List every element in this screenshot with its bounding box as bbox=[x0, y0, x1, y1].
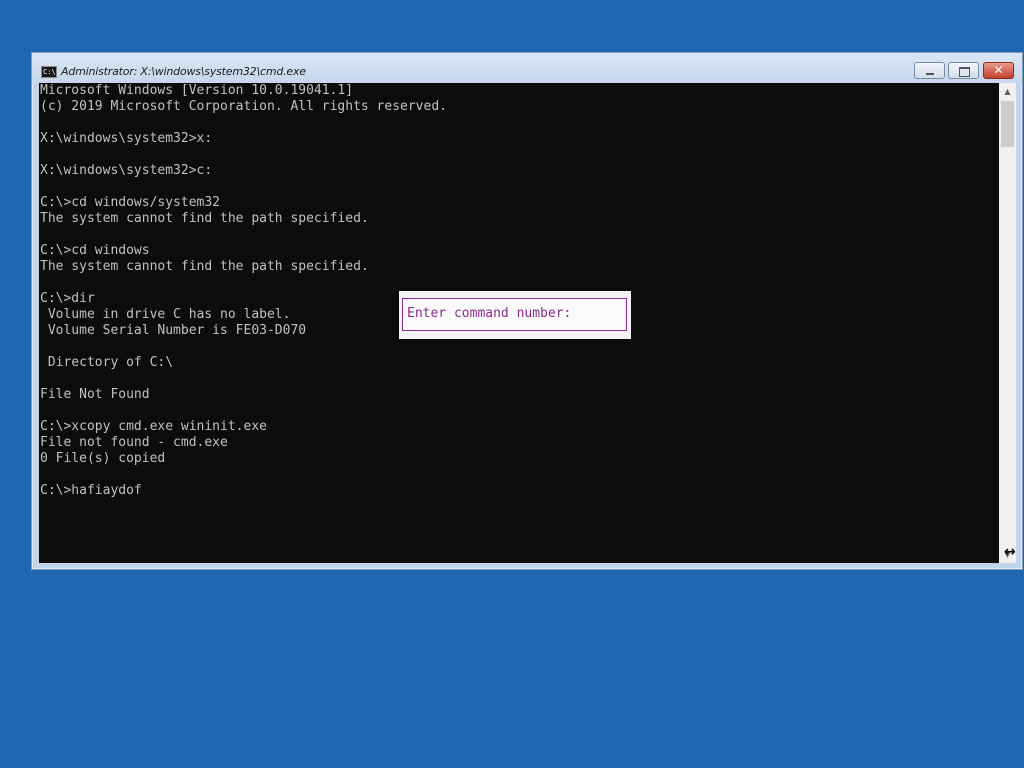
console-line: 0 File(s) copied bbox=[40, 451, 166, 466]
maximize-icon bbox=[959, 67, 970, 77]
console-line: C:\>hafiaydof bbox=[40, 483, 142, 498]
console-line: C:\>xcopy cmd.exe wininit.exe bbox=[40, 419, 267, 434]
command-number-input[interactable]: Enter command number: bbox=[402, 298, 627, 331]
console-line: The system cannot find the path specifie… bbox=[40, 259, 369, 274]
window-title: Administrator: X:\windows\system32\cmd.e… bbox=[61, 65, 306, 78]
vertical-scrollbar[interactable]: ▲ ▼ bbox=[999, 83, 1016, 563]
console-line: Directory of C:\ bbox=[40, 355, 174, 370]
console-line: C:\>dir bbox=[40, 291, 95, 306]
minimize-button[interactable] bbox=[914, 62, 945, 79]
title-bar[interactable]: C:\ Administrator: X:\windows\system32\c… bbox=[32, 53, 1022, 83]
close-button[interactable]: ✕ bbox=[983, 62, 1014, 79]
console-line: X:\windows\system32>c: bbox=[40, 163, 213, 178]
minimize-icon bbox=[926, 73, 934, 75]
scroll-up-icon[interactable]: ▲ bbox=[999, 83, 1016, 100]
console-line: X:\windows\system32>x: bbox=[40, 131, 213, 146]
console-line: (c) 2019 Microsoft Corporation. All righ… bbox=[40, 99, 447, 114]
cmd-icon[interactable]: C:\ bbox=[41, 66, 57, 78]
scroll-thumb[interactable] bbox=[1001, 101, 1014, 147]
maximize-button[interactable] bbox=[948, 62, 979, 79]
console-line: File Not Found bbox=[40, 387, 150, 402]
command-number-label: Enter command number: bbox=[407, 306, 572, 321]
console-line: File not found - cmd.exe bbox=[40, 435, 228, 450]
console-line: The system cannot find the path specifie… bbox=[40, 211, 369, 226]
resize-cursor-icon: ↔ bbox=[1004, 544, 1016, 560]
close-icon: ✕ bbox=[993, 63, 1004, 77]
console-line: C:\>cd windows/system32 bbox=[40, 195, 221, 210]
console-line: Microsoft Windows [Version 10.0.19041.1] bbox=[40, 83, 354, 98]
console-line: Volume in drive C has no label. bbox=[40, 307, 291, 322]
command-number-popup: Enter command number: bbox=[399, 291, 631, 339]
console-line: Volume Serial Number is FE03-D070 bbox=[40, 323, 307, 338]
console-line: C:\>cd windows bbox=[40, 243, 150, 258]
